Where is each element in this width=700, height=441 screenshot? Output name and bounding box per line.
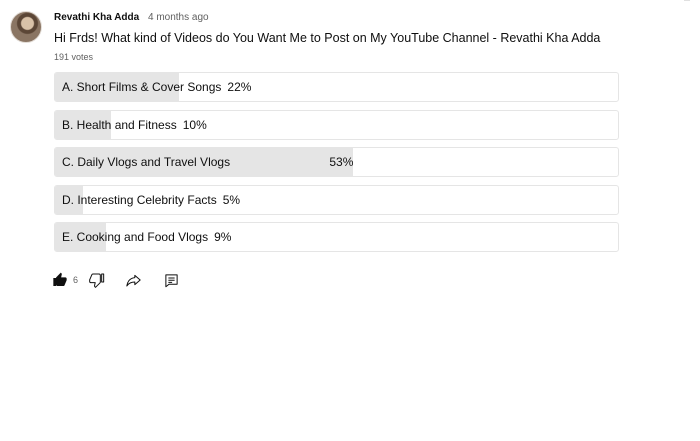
poll-option-label: D. Interesting Celebrity Facts [62,192,217,207]
poll-option-b[interactable]: B. Health and Fitness 10% [54,109,619,140]
comment-icon [165,273,178,287]
action-bar: 6 [52,270,179,290]
poll-option-percent: 9% [214,230,232,244]
thumbs-down-icon [89,273,105,288]
poll-option-label: A. Short Films & Cover Songs [62,80,222,94]
poll-option-c[interactable]: C. Daily Vlogs and Travel Vlogs 53% [54,147,619,177]
poll-option-percent: 22% [227,80,252,94]
dislike-button[interactable] [89,272,105,288]
share-icon [126,274,141,287]
poll-option-d[interactable]: D. Interesting Celebrity Facts 5% [54,184,619,215]
author-name[interactable]: Revathi Kha Adda [54,12,139,23]
like-count: 6 [73,275,79,285]
poll-option-label: B. Health and Fitness [62,117,177,132]
community-post: Revathi Kha Adda 4 months ago Hi Frds! W… [0,0,700,441]
poll-option-percent: 10% [182,117,207,132]
post-time[interactable]: 4 months ago [148,12,209,23]
vote-count: 191 votes [54,52,94,62]
poll-option-e[interactable]: E. Cooking and Food Vlogs 9% [54,222,619,252]
thumbs-up-icon [53,272,67,286]
poll-option-a[interactable]: A. Short Films & Cover Songs 22% [54,72,619,102]
comment-button[interactable] [164,273,179,288]
author-line: Revathi Kha Adda 4 months ago [54,12,209,23]
poll-option-label: E. Cooking and Food Vlogs [62,230,209,244]
poll-option-percent: 53% [329,155,354,169]
avatar[interactable] [10,11,42,43]
poll-question: Hi Frds! What kind of Videos do You Want… [54,31,601,45]
poll-options: A. Short Films & Cover Songs 22% B. Heal… [54,72,619,260]
share-button[interactable] [125,272,142,288]
like-button[interactable]: 6 [52,272,78,288]
divider [684,0,690,3]
poll-option-percent: 5% [222,192,241,207]
poll-option-label: C. Daily Vlogs and Travel Vlogs [62,155,231,169]
